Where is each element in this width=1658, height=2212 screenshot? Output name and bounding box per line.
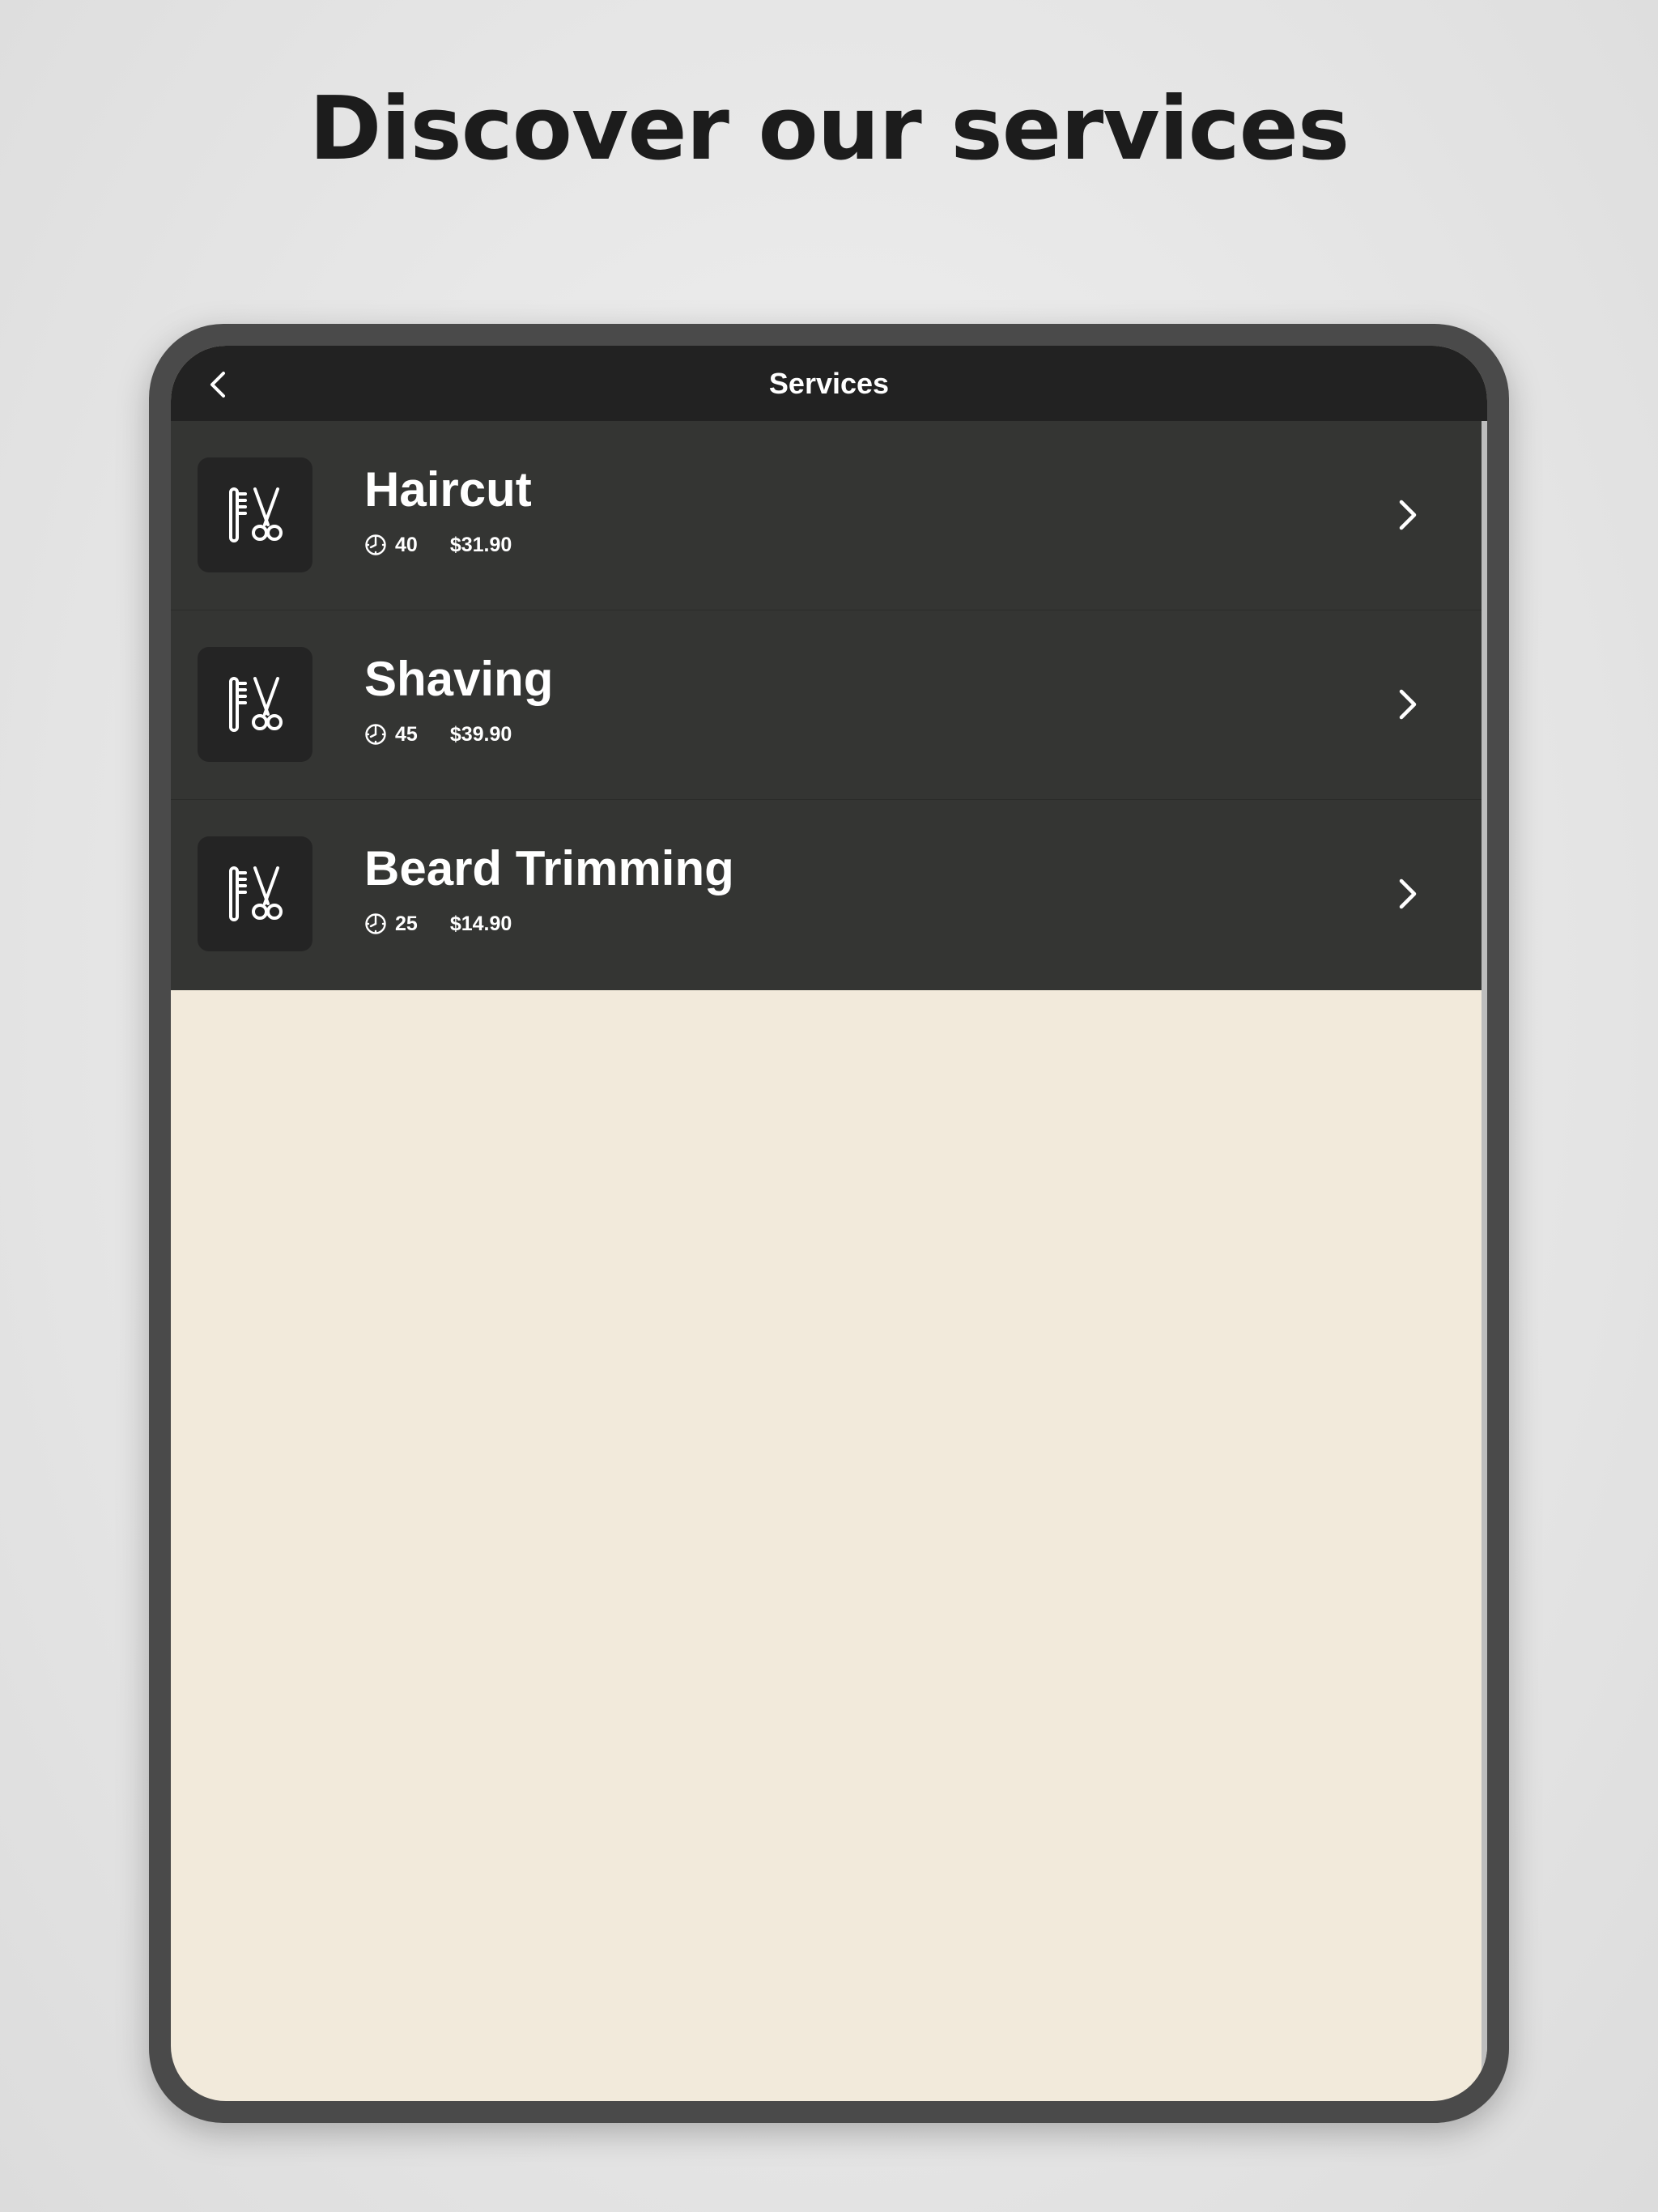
clock-icon	[365, 534, 386, 555]
service-thumbnail	[198, 836, 312, 951]
navigation-bar: Services	[171, 346, 1487, 421]
service-row-beard-trimming[interactable]: Beard Trimming 25 $14.90	[171, 800, 1482, 990]
row-chevron	[1385, 682, 1431, 727]
service-row-haircut[interactable]: Haircut 40 $31.90	[171, 421, 1482, 610]
comb-scissors-icon	[229, 677, 283, 732]
chevron-right-icon	[1399, 689, 1417, 720]
page-headline: Discover our services	[308, 79, 1350, 180]
chevron-right-icon	[1399, 878, 1417, 909]
service-row-shaving[interactable]: Shaving 45 $39.90	[171, 610, 1482, 800]
row-chevron	[1385, 492, 1431, 538]
service-name: Beard Trimming	[364, 841, 734, 895]
service-duration: 45	[395, 722, 418, 746]
service-duration: 25	[395, 912, 418, 935]
comb-scissors-icon	[229, 487, 283, 542]
clock-icon	[365, 724, 386, 745]
row-chevron	[1385, 871, 1431, 917]
service-meta: 25 $14.90	[364, 912, 512, 936]
service-price: $14.90	[449, 912, 512, 935]
service-price: $31.90	[449, 533, 512, 556]
service-name: Shaving	[364, 652, 554, 706]
service-duration: 40	[395, 533, 418, 556]
service-thumbnail	[198, 647, 312, 762]
service-name: Haircut	[364, 462, 532, 517]
service-price: $39.90	[449, 722, 512, 746]
chevron-right-icon	[1399, 500, 1417, 530]
services-list: Haircut 40 $31.90 Shaving 45 $39.90 Bear…	[171, 421, 1482, 990]
clock-icon	[365, 913, 386, 934]
tablet-frame: Services Haircut 40 $31.90 Shaving 45 $3…	[149, 324, 1509, 2123]
tablet-screen: Services Haircut 40 $31.90 Shaving 45 $3…	[171, 346, 1487, 2101]
nav-title: Services	[768, 367, 890, 400]
service-thumbnail	[198, 457, 312, 572]
service-meta: 45 $39.90	[364, 722, 512, 747]
comb-scissors-icon	[229, 866, 283, 921]
scroll-track	[1482, 421, 1487, 2101]
service-meta: 40 $31.90	[364, 533, 512, 557]
